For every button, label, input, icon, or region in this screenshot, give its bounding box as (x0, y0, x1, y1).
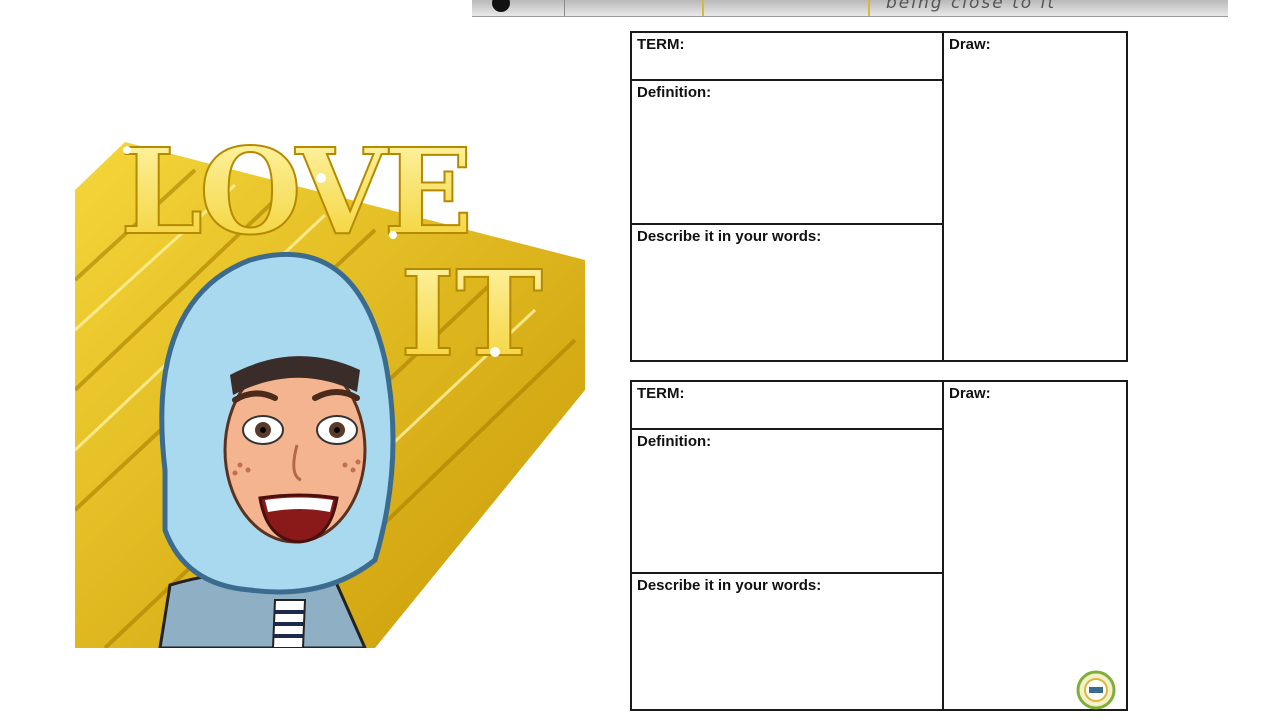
definition-label: Definition: (637, 433, 712, 450)
term-box: TERM: (632, 33, 942, 81)
draw-box: Draw: (944, 382, 1126, 709)
love-it-sticker: LOVE IT (75, 130, 585, 648)
definition-box: Definition: (632, 81, 942, 225)
describe-label: Describe it in your words: (637, 228, 822, 245)
describe-box: Describe it in your words: (632, 574, 942, 709)
draw-label: Draw: (949, 385, 991, 402)
love-text: LOVE (120, 130, 469, 261)
strip-handwriting: being close to it (886, 0, 1056, 13)
term-box: TERM: (632, 382, 942, 430)
definition-box: Definition: (632, 430, 942, 574)
term-label: TERM: (637, 36, 685, 53)
card-left-column: TERM: Definition: Describe it in your wo… (632, 382, 944, 709)
highlight-mark (868, 0, 870, 16)
strip-divider (564, 0, 565, 16)
draw-label: Draw: (949, 36, 991, 53)
draw-box: Draw: (944, 33, 1126, 360)
term-label: TERM: (637, 385, 685, 402)
bullet-dot (492, 0, 510, 12)
vocab-card-2: TERM: Definition: Describe it in your wo… (630, 380, 1128, 711)
previous-page-strip: being close to it (472, 0, 1228, 17)
describe-box: Describe it in your words: (632, 225, 942, 360)
card-left-column: TERM: Definition: Describe it in your wo… (632, 33, 944, 360)
highlight-mark (702, 0, 704, 16)
describe-label: Describe it in your words: (637, 577, 822, 594)
definition-label: Definition: (637, 84, 712, 101)
vocab-card-1: TERM: Definition: Describe it in your wo… (630, 31, 1128, 362)
love-it-bitmoji-illustration: LOVE IT (75, 130, 585, 648)
it-text: IT (400, 244, 543, 383)
creator-logo-icon (1076, 670, 1116, 710)
